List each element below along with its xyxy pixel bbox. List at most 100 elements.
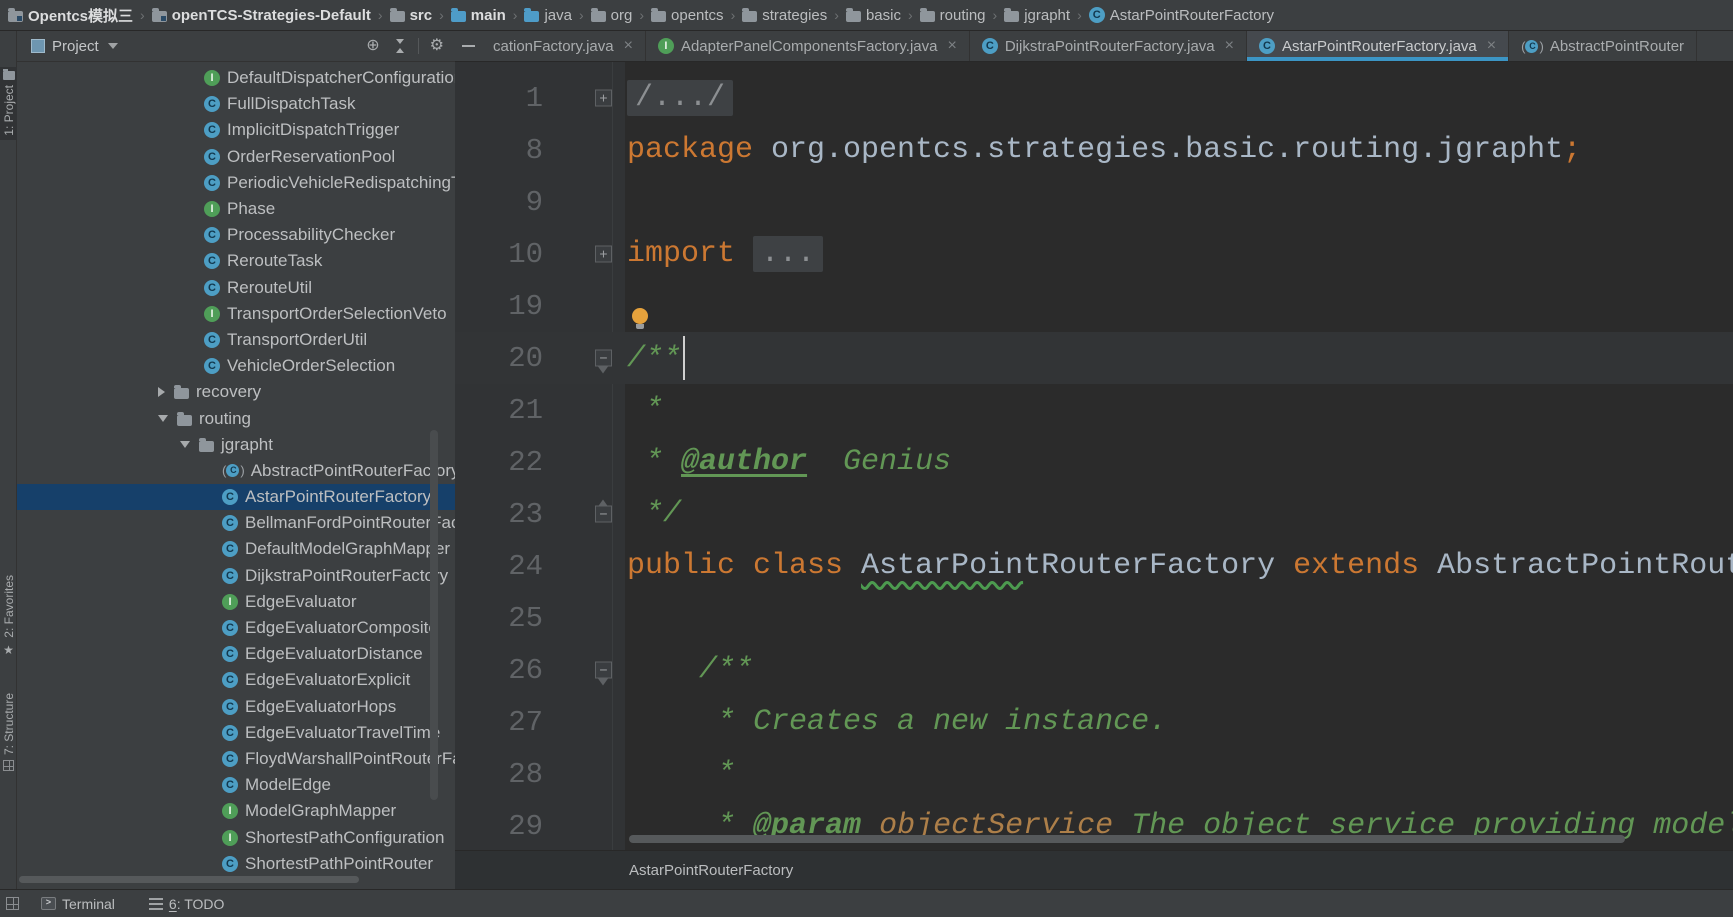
- tree-item[interactable]: (C)AbstractPointRouterFactory: [17, 458, 455, 484]
- code-text: /**: [627, 653, 753, 687]
- tree-item[interactable]: CFullDispatchTask: [17, 91, 455, 117]
- tree-item[interactable]: IEdgeEvaluator: [17, 589, 455, 615]
- fold-expand-icon[interactable]: +: [595, 246, 612, 263]
- tree-item[interactable]: recovery: [17, 379, 455, 405]
- tree-item[interactable]: CPeriodicVehicleRedispatchingTask: [17, 170, 455, 196]
- tree-horizontal-scrollbar[interactable]: [19, 876, 359, 883]
- statusbar-item-label: 6: TODO: [169, 896, 225, 912]
- editor-horizontal-scrollbar[interactable]: [629, 835, 1625, 843]
- breadcrumb-item[interactable]: org: [591, 7, 633, 24]
- tree-item[interactable]: CEdgeEvaluatorComposite: [17, 615, 455, 641]
- code-text: /**: [627, 336, 685, 380]
- tree-item[interactable]: jgrapht: [17, 432, 455, 458]
- code-token: /**: [627, 653, 753, 687]
- code-editor[interactable]: 1+/.../8package org.opentcs.strategies.b…: [455, 62, 1733, 850]
- editor-tab[interactable]: CDijkstraPointRouterFactory.java×: [970, 31, 1247, 61]
- statusbar-item-terminal[interactable]: >Terminal: [41, 896, 115, 912]
- code-token: public class: [627, 549, 861, 583]
- intention-lightbulb-icon[interactable]: [631, 308, 649, 329]
- close-icon[interactable]: ×: [1225, 38, 1234, 54]
- statusbar-item-todo[interactable]: 6: TODO: [149, 896, 225, 912]
- tree-item[interactable]: CModelEdge: [17, 772, 455, 798]
- tree-item[interactable]: CDijkstraPointRouterFactory: [17, 563, 455, 589]
- class-icon: C: [222, 751, 238, 767]
- chevron-expanded-icon[interactable]: [158, 415, 168, 422]
- fold-collapse-icon[interactable]: −: [595, 350, 612, 367]
- tree-item[interactable]: IShortestPathConfiguration: [17, 824, 455, 850]
- tree-item-label: FloydWarshallPointRouterFactor: [245, 749, 455, 769]
- tree-item-label: RerouteUtil: [227, 278, 312, 298]
- tree-item[interactable]: ITransportOrderSelectionVeto: [17, 301, 455, 327]
- class-icon: C: [222, 725, 238, 741]
- hide-panel-icon[interactable]: [462, 45, 475, 47]
- tree-item[interactable]: CTransportOrderUtil: [17, 327, 455, 353]
- toolwindow-switcher-icon[interactable]: [6, 897, 19, 910]
- fold-expand-icon[interactable]: +: [595, 90, 612, 107]
- tree-item[interactable]: CEdgeEvaluatorExplicit: [17, 667, 455, 693]
- class-icon: C: [204, 332, 220, 348]
- editor-breadcrumb-item[interactable]: AstarPointRouterFactory: [629, 862, 793, 879]
- breadcrumb-item[interactable]: Opentcs模拟三: [8, 5, 133, 26]
- chevron-expanded-icon[interactable]: [180, 441, 190, 448]
- collapse-all-icon[interactable]: [394, 39, 407, 53]
- tree-item[interactable]: C FloydWarshallPointRouterFactor: [17, 746, 455, 772]
- project-view-icon: [31, 39, 45, 53]
- folded-region[interactable]: ...: [753, 236, 823, 272]
- breadcrumb-item[interactable]: CAstarPointRouterFactory: [1089, 7, 1274, 24]
- tree-item[interactable]: IDefaultDispatcherConfiguration: [17, 65, 455, 91]
- breadcrumb-item[interactable]: jgrapht: [1004, 7, 1070, 24]
- code-line: 1+/.../: [455, 72, 1733, 124]
- breadcrumb-item[interactable]: src: [390, 7, 433, 24]
- code-token: AstarPoin: [861, 549, 1023, 583]
- tree-item[interactable]: CEdgeEvaluatorTravelTime: [17, 720, 455, 746]
- close-icon[interactable]: ×: [947, 38, 956, 54]
- tree-item[interactable]: CEdgeEvaluatorDistance: [17, 641, 455, 667]
- toolwindow-button-favorites[interactable]: 2: Favorites★: [0, 571, 17, 661]
- chevron-collapsed-icon[interactable]: [158, 387, 165, 397]
- breadcrumb-item[interactable]: basic: [846, 7, 901, 24]
- toolwindow-button-project[interactable]: 1: Project: [0, 67, 17, 140]
- tree-vertical-scrollbar[interactable]: [430, 430, 438, 800]
- line-number: 19: [455, 290, 543, 323]
- todo-list-icon: [149, 898, 163, 910]
- breadcrumb-item[interactable]: main: [451, 7, 506, 24]
- tree-item[interactable]: COrderReservationPool: [17, 144, 455, 170]
- breadcrumb-item[interactable]: openTCS-Strategies-Default: [152, 7, 371, 24]
- code-token: [735, 237, 753, 271]
- tree-item[interactable]: CRerouteTask: [17, 248, 455, 274]
- breadcrumb-item[interactable]: strategies: [742, 7, 827, 24]
- chevron-down-icon[interactable]: [108, 43, 118, 54]
- tree-item[interactable]: CBellmanFordPointRouterFactory: [17, 510, 455, 536]
- close-icon[interactable]: ×: [1487, 38, 1496, 54]
- fold-collapse-icon[interactable]: −: [595, 662, 612, 679]
- editor-tab[interactable]: cationFactory.java×: [481, 31, 646, 61]
- editor-tab[interactable]: IAdapterPanelComponentsFactory.java×: [646, 31, 970, 61]
- tree-item[interactable]: CRerouteUtil: [17, 275, 455, 301]
- tree-item[interactable]: CVehicleOrderSelection: [17, 353, 455, 379]
- gear-icon[interactable]: ⚙: [430, 38, 444, 54]
- tree-item[interactable]: CImplicitDispatchTrigger: [17, 117, 455, 143]
- editor-tab[interactable]: (C)AbstractPointRouter: [1509, 31, 1697, 61]
- tab-bar-lead: [455, 31, 481, 61]
- tree-item[interactable]: routing: [17, 405, 455, 431]
- tree-item[interactable]: CEdgeEvaluatorHops: [17, 694, 455, 720]
- class-icon: C: [204, 175, 220, 191]
- fold-gutter: [543, 436, 627, 488]
- tree-item[interactable]: CAstarPointRouterFactory: [17, 484, 455, 510]
- close-icon[interactable]: ×: [624, 38, 633, 54]
- breadcrumb-item[interactable]: routing: [920, 7, 986, 24]
- tree-item[interactable]: IModelGraphMapper: [17, 798, 455, 824]
- breadcrumb-item[interactable]: java: [524, 7, 572, 24]
- interface-icon: I: [204, 306, 220, 322]
- folded-region[interactable]: /.../: [627, 80, 733, 116]
- tree-item[interactable]: CDefaultModelGraphMapper: [17, 536, 455, 562]
- project-panel-title[interactable]: Project: [52, 38, 99, 55]
- breadcrumb-item[interactable]: opentcs: [651, 7, 724, 24]
- fold-collapse-icon[interactable]: −: [595, 506, 612, 523]
- tree-item[interactable]: CShortestPathPointRouter: [17, 851, 455, 877]
- tree-item[interactable]: CProcessabilityChecker: [17, 222, 455, 248]
- locate-file-icon[interactable]: ⊕: [366, 38, 379, 54]
- toolwindow-button-structure[interactable]: 7: Structure: [0, 689, 17, 775]
- editor-tab[interactable]: CAstarPointRouterFactory.java×: [1247, 31, 1509, 61]
- tree-item[interactable]: IPhase: [17, 196, 455, 222]
